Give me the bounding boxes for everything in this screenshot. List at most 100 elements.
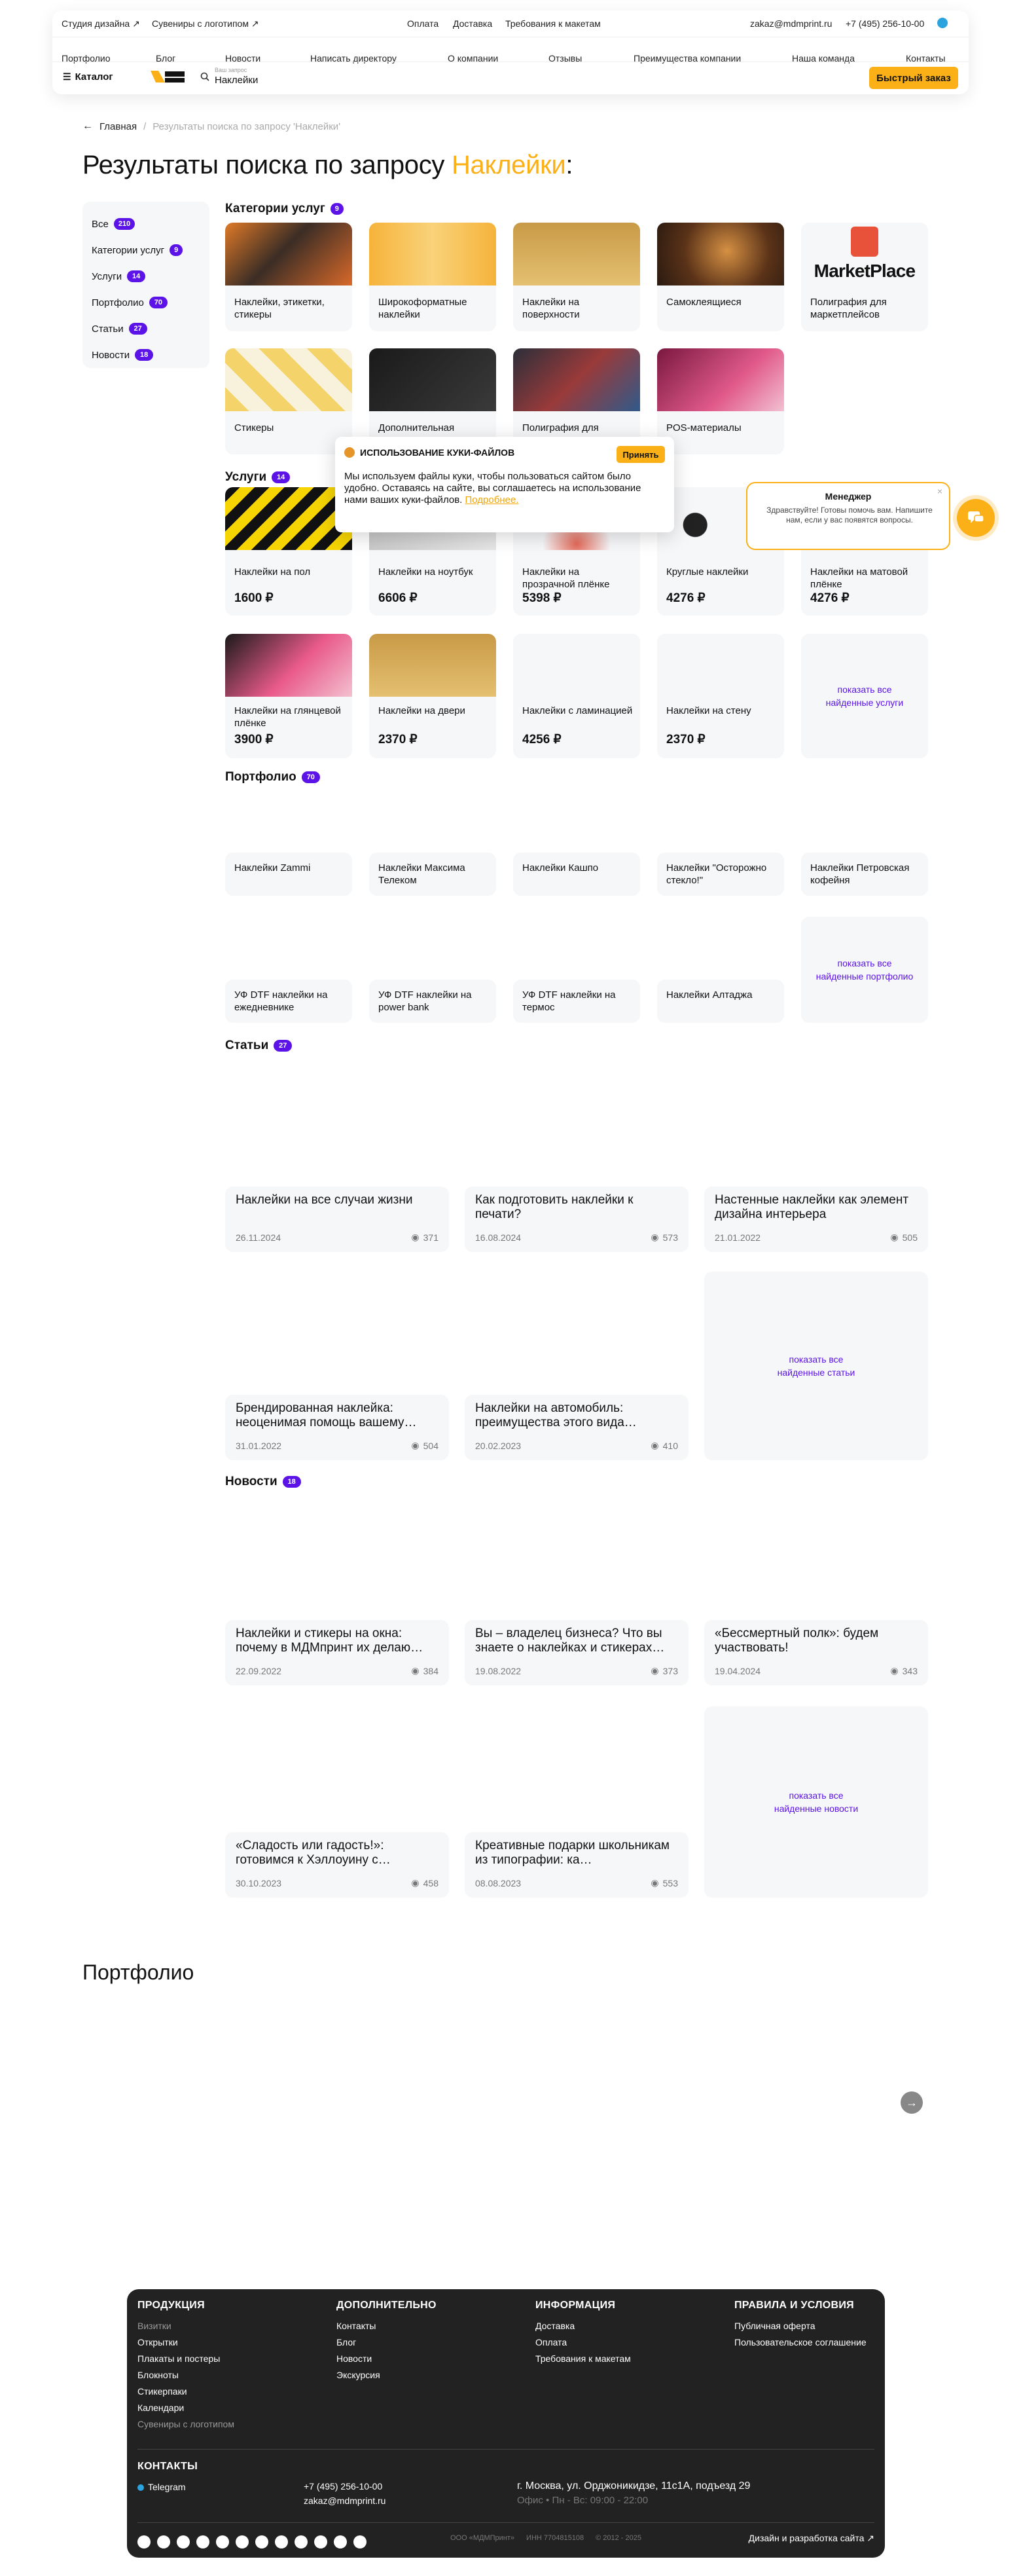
footer-link[interactable]: Визитки [137, 2318, 234, 2334]
show-all-news-button[interactable]: показать все найденные новости [704, 1706, 928, 1898]
footer-link[interactable]: Оплата [535, 2334, 631, 2351]
category-card[interactable]: Наклейки, этикетки, стикеры [225, 223, 352, 331]
news-card[interactable]: Вы – владелец бизнеса? Что вы знаете о н… [465, 1620, 689, 1685]
news-card[interactable]: «Бессмертный полк»: будем участвовать! 1… [704, 1620, 928, 1685]
footer-link[interactable]: Стикерпаки [137, 2383, 234, 2400]
service-card[interactable]: Наклейки на пол 1600 ₽ [225, 487, 352, 616]
rutube-icon[interactable] [314, 2535, 327, 2548]
delivery-link[interactable]: Доставка [453, 18, 492, 29]
design-studio-link[interactable]: Студия дизайна ↗ [62, 18, 140, 29]
behance-icon[interactable] [255, 2535, 268, 2548]
footer-link[interactable]: Календари [137, 2400, 234, 2416]
cookie-more-link[interactable]: Подробнее. [465, 494, 519, 506]
portfolio-card[interactable]: Наклейки Алтаджа [657, 980, 784, 1023]
show-all-services-button[interactable]: показать все найденные услуги [801, 634, 928, 758]
footer-email[interactable]: zakaz@mdmprint.ru [304, 2493, 385, 2508]
back-arrow-icon[interactable]: ← [82, 120, 93, 132]
instagram-icon[interactable] [177, 2535, 190, 2548]
telegram-link[interactable]: Telegram [137, 2479, 186, 2495]
filter-services[interactable]: Услуги 14 [92, 263, 200, 289]
portfolio-card[interactable]: Наклейки Кашпо [513, 853, 640, 896]
chat-button[interactable] [957, 499, 995, 537]
cookie-accept-button[interactable]: Принять [617, 446, 665, 463]
search-field[interactable]: Ваш запрос Наклейки → [195, 67, 902, 88]
footer-link[interactable]: Контакты [336, 2318, 380, 2334]
ok-icon[interactable] [216, 2535, 229, 2548]
article-card[interactable]: Наклейки на автомобиль: преимущества это… [465, 1395, 689, 1460]
article-card[interactable]: Как подготовить наклейки к печати? 16.08… [465, 1187, 689, 1252]
portfolio-card[interactable]: Наклейки "Осторожно стекло!" [657, 853, 784, 896]
category-card[interactable]: Наклейки на поверхности [513, 223, 640, 331]
site-header: Студия дизайна ↗ Сувениры с логотипом ↗ … [52, 10, 969, 94]
service-title: Наклейки на прозрачной плёнке [522, 566, 610, 590]
category-card[interactable]: Стикеры [225, 348, 352, 454]
email-link[interactable]: zakaz@mdmprint.ru [750, 18, 832, 29]
design-credit-link[interactable]: Дизайн и разработка сайта ↗ [749, 2530, 874, 2547]
requirements-link[interactable]: Требования к макетам [505, 18, 601, 29]
carousel-next-button[interactable]: → [901, 2091, 923, 2114]
portfolio-card[interactable]: УФ DTF наклейки на термос [513, 980, 640, 1023]
news-card[interactable]: «Сладость или гадость!»: готовимся к Хэл… [225, 1832, 449, 1898]
cookie-icon [344, 447, 355, 458]
footer-link[interactable]: Блог [336, 2334, 380, 2351]
portfolio-card[interactable]: Наклейки Максима Телеком [369, 853, 496, 896]
footer-link[interactable]: Блокноты [137, 2367, 234, 2383]
news-card[interactable]: Креативные подарки школьникам из типогра… [465, 1832, 689, 1898]
article-card[interactable]: Настенные наклейки как элемент дизайна и… [704, 1187, 928, 1252]
quick-order-button[interactable]: Быстрый заказ [869, 67, 958, 89]
news-date: 19.08.2022 [475, 1666, 522, 1676]
telegram-icon[interactable] [937, 18, 948, 28]
souvenirs-link[interactable]: Сувениры с логотипом ↗ [152, 18, 259, 29]
service-card[interactable]: Наклейки на двери 2370 ₽ [369, 634, 496, 758]
search-input[interactable]: Наклейки [215, 75, 258, 86]
skype-icon[interactable] [353, 2535, 367, 2548]
category-card[interactable]: Широкоформатные наклейки [369, 223, 496, 331]
service-card[interactable]: Наклейки на стену 2370 ₽ [657, 634, 784, 758]
vimeo-icon[interactable] [236, 2535, 249, 2548]
portfolio-card[interactable]: Наклейки Петровская кофейня [801, 853, 928, 896]
filter-articles[interactable]: Статьи 27 [92, 316, 200, 342]
breadcrumb-home[interactable]: Главная [99, 121, 137, 132]
youtube-icon[interactable] [196, 2535, 209, 2548]
article-title: Наклейки на автомобиль: преимущества это… [475, 1401, 637, 1429]
footer-phone[interactable]: +7 (495) 256-10-00 [304, 2479, 385, 2493]
footer-link[interactable]: Открытки [137, 2334, 234, 2351]
top-bar: Студия дизайна ↗ Сувениры с логотипом ↗ … [52, 10, 969, 37]
footer-link[interactable]: Пользовательское соглашение [734, 2334, 867, 2351]
category-card[interactable]: Самоклеящиеся [657, 223, 784, 331]
footer-link[interactable]: Плакаты и постеры [137, 2351, 234, 2367]
footer-link[interactable]: Публичная оферта [734, 2318, 867, 2334]
filter-news[interactable]: Новости 18 [92, 342, 200, 368]
news-title: Креативные подарки школьникам из типогра… [475, 1839, 670, 1867]
phone-link[interactable]: +7 (495) 256-10-00 [846, 18, 924, 29]
filter-portfolio[interactable]: Портфолио 70 [92, 289, 200, 316]
category-card[interactable]: MarketPlace Полиграфия для маркетплейсов [801, 223, 928, 331]
show-all-articles-button[interactable]: показать все найденные статьи [704, 1272, 928, 1460]
footer-link[interactable]: Новости [336, 2351, 380, 2367]
payment-link[interactable]: Оплата [407, 18, 439, 29]
news-views: ◉ 384 [411, 1665, 439, 1676]
footer-link[interactable]: Требования к макетам [535, 2351, 631, 2367]
mdm-logo[interactable] [149, 68, 186, 85]
service-card[interactable]: Наклейки с ламинацией 4256 ₽ [513, 634, 640, 758]
portfolio-card[interactable]: УФ DTF наклейки на ежедневнике [225, 980, 352, 1023]
category-card[interactable]: POS-материалы [657, 348, 784, 454]
article-card[interactable]: Брендированная наклейка: неоценимая помо… [225, 1395, 449, 1460]
portfolio-card[interactable]: Наклейки Zammi [225, 853, 352, 896]
telegram-icon[interactable] [137, 2535, 151, 2548]
pinterest-icon[interactable] [275, 2535, 288, 2548]
news-card[interactable]: Наклейки и стикеры на окна: почему в МДМ… [225, 1620, 449, 1685]
dzen-icon[interactable] [334, 2535, 347, 2548]
vk-icon[interactable] [157, 2535, 170, 2548]
catalog-button[interactable]: ☰ Каталог [63, 67, 113, 86]
filter-all[interactable]: Все 210 [92, 211, 200, 237]
portfolio-card[interactable]: УФ DTF наклейки на power bank [369, 980, 496, 1023]
filter-categories[interactable]: Категории услуг 9 [92, 237, 200, 263]
facebook-icon[interactable] [295, 2535, 308, 2548]
service-card[interactable]: Наклейки на глянцевой плёнке 3900 ₽ [225, 634, 352, 758]
article-card[interactable]: Наклейки на все случаи жизни 26.11.2024 … [225, 1187, 449, 1252]
footer-link[interactable]: Экскурсия [336, 2367, 380, 2383]
show-all-portfolio-button[interactable]: показать все найденные портфолио [801, 917, 928, 1023]
footer-link[interactable]: Сувениры с логотипом [137, 2416, 234, 2433]
footer-link[interactable]: Доставка [535, 2318, 631, 2334]
